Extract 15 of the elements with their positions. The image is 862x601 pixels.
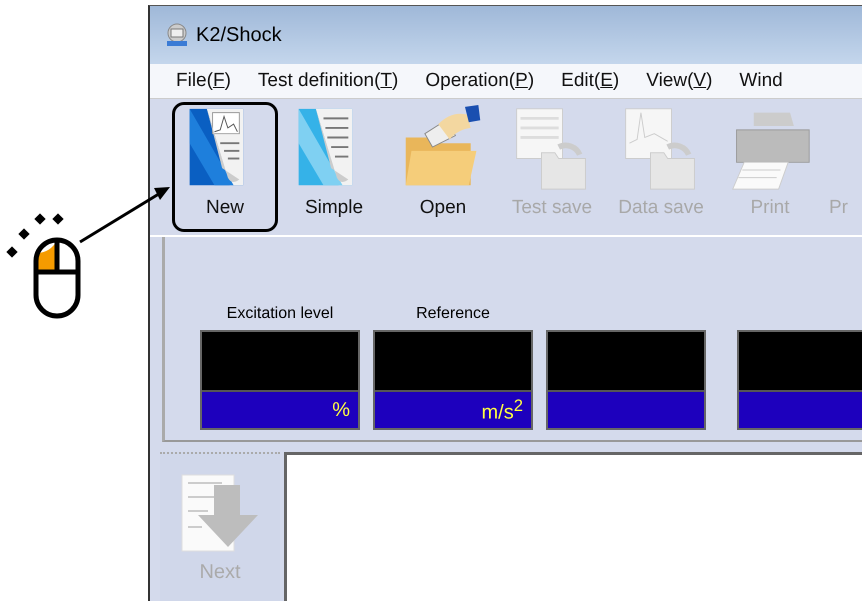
menu-item[interactable]: Test definition(T) xyxy=(258,70,398,92)
unit-label: m/s$^{2}$ xyxy=(482,396,523,424)
menu-item[interactable]: Wind xyxy=(739,70,783,92)
menu-item[interactable]: Edit(E) xyxy=(561,70,620,92)
menu-item[interactable]: File(F) xyxy=(176,70,231,92)
toolbar-button[interactable]: Simple xyxy=(281,102,387,232)
window-title: K2/Shock xyxy=(196,24,282,46)
meter-label: Reference xyxy=(416,305,490,324)
toolbar-button[interactable]: Open xyxy=(390,102,496,232)
toolbar-button[interactable]: New xyxy=(172,102,278,232)
meter-label: Excitation level xyxy=(226,305,334,324)
unit-label: % xyxy=(332,398,350,422)
menu-item[interactable]: View(V) xyxy=(646,70,712,92)
menu-item[interactable]: Operation(P) xyxy=(425,70,534,92)
app-logo-icon xyxy=(164,22,190,48)
